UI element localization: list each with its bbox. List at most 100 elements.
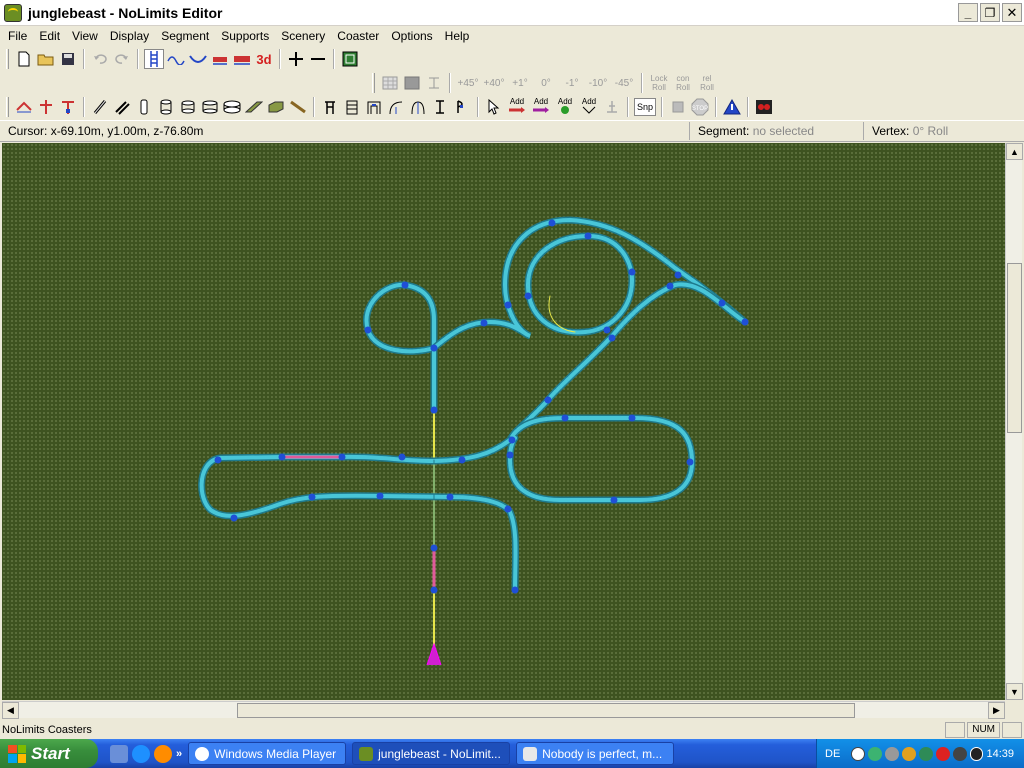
angle-plus1-button[interactable]: +1° [508, 73, 532, 93]
angle-minus1-button[interactable]: -1° [560, 73, 584, 93]
volume-icon[interactable] [952, 746, 967, 761]
curve-view-icon[interactable] [166, 49, 186, 69]
add-purple-button[interactable]: Add [530, 97, 552, 117]
cylinder-medium-icon[interactable] [178, 97, 198, 117]
toolbar-grip[interactable] [6, 97, 9, 117]
menu-scenery[interactable]: Scenery [275, 26, 331, 46]
menu-display[interactable]: Display [104, 26, 155, 46]
con-roll-button[interactable]: con Roll [672, 73, 694, 93]
app-icon[interactable] [4, 3, 22, 22]
toolbar-grip[interactable] [372, 73, 375, 93]
angle-plus40-button[interactable]: +40° [482, 73, 506, 93]
block-icon[interactable] [266, 97, 286, 117]
horizontal-scrollbar[interactable]: ◀ ▶ [2, 701, 1005, 719]
3d-view-icon[interactable]: 3d [254, 49, 274, 69]
redo-icon[interactable] [112, 49, 132, 69]
grid-solid-icon[interactable] [402, 73, 422, 93]
stop-icon[interactable]: STOP [690, 97, 710, 117]
menu-supports[interactable]: Supports [215, 26, 275, 46]
task-nolimits-editor[interactable]: junglebeast - NoLimit... [352, 742, 511, 765]
angle-plus45-button[interactable]: +45° [456, 73, 480, 93]
anchor-icon[interactable] [602, 97, 622, 117]
align-icon[interactable] [424, 73, 444, 93]
beam-icon[interactable] [90, 97, 110, 117]
support-cross-icon[interactable] [36, 97, 56, 117]
grid-small-icon[interactable] [380, 73, 400, 93]
add-tree-button[interactable]: Add [578, 97, 600, 117]
block-brake-icon[interactable] [668, 97, 688, 117]
scroll-right-arrow-icon[interactable]: ▶ [988, 702, 1005, 719]
ati-icon[interactable] [935, 746, 950, 761]
angle-minus10-button[interactable]: -10° [586, 73, 610, 93]
menu-coaster[interactable]: Coaster [331, 26, 385, 46]
menu-options[interactable]: Options [385, 26, 438, 46]
bluetooth-icon[interactable] [969, 746, 984, 761]
rail-icon[interactable] [288, 97, 308, 117]
firefox-icon[interactable] [154, 744, 172, 763]
tray-expand-icon[interactable] [851, 746, 866, 761]
save-disk-icon[interactable] [58, 49, 78, 69]
minimize-button[interactable]: _ [958, 3, 978, 22]
lock-roll-button[interactable]: Lock Roll [648, 73, 670, 93]
start-button[interactable]: Start [0, 739, 98, 768]
cylinder-large-icon[interactable] [200, 97, 220, 117]
scroll-left-arrow-icon[interactable]: ◀ [2, 702, 19, 719]
rel-roll-button[interactable]: rel Roll [696, 73, 718, 93]
menu-view[interactable]: View [66, 26, 104, 46]
vertical-scrollbar[interactable]: ▲ ▼ [1005, 143, 1023, 700]
station-icon[interactable] [320, 97, 340, 117]
horizontal-scroll-thumb[interactable] [237, 703, 855, 718]
double-curve-support-icon[interactable] [408, 97, 428, 117]
bracket-icon[interactable] [452, 97, 472, 117]
task-browser[interactable]: Nobody is perfect, m... [516, 742, 675, 765]
track-view-icon[interactable] [144, 49, 164, 69]
cylinder-wide-icon[interactable] [222, 97, 242, 117]
utility-icon[interactable] [918, 746, 933, 761]
ramp-icon[interactable] [244, 97, 264, 117]
train-icon[interactable] [232, 49, 252, 69]
train-lights-icon[interactable] [754, 97, 774, 117]
dip-view-icon[interactable] [188, 49, 208, 69]
zoom-in-icon[interactable] [286, 49, 306, 69]
pillar-icon[interactable] [134, 97, 154, 117]
task-windows-media-player[interactable]: Windows Media Player [188, 742, 347, 765]
network-icon[interactable] [885, 746, 899, 761]
quick-launch-chevron-icon[interactable]: » [176, 748, 182, 760]
language-indicator[interactable]: DE [825, 748, 840, 760]
show-desktop-icon[interactable] [110, 744, 128, 763]
add-green-button[interactable]: Add [554, 97, 576, 117]
scroll-up-arrow-icon[interactable]: ▲ [1006, 143, 1023, 160]
clock[interactable]: 14:39 [986, 748, 1014, 760]
menu-segment[interactable]: Segment [155, 26, 215, 46]
menu-help[interactable]: Help [439, 26, 476, 46]
menu-file[interactable]: File [2, 26, 33, 46]
warning-triangle-icon[interactable] [722, 97, 742, 117]
title-bar[interactable]: junglebeast - NoLimits Editor _ ❐ ✕ [0, 0, 1024, 26]
curve-support-icon[interactable] [386, 97, 406, 117]
angle-minus45-button[interactable]: -45° [612, 73, 636, 93]
terrain-grid-icon[interactable] [340, 49, 360, 69]
antivirus-icon[interactable] [901, 746, 916, 761]
coaster-car-icon[interactable] [210, 49, 230, 69]
support-red-icon[interactable] [14, 97, 34, 117]
security-shield-icon[interactable] [868, 746, 883, 761]
close-button[interactable]: ✕ [1002, 3, 1022, 22]
internet-explorer-icon[interactable] [132, 744, 150, 763]
i-beam-icon[interactable] [430, 97, 450, 117]
add-red-button[interactable]: Add [506, 97, 528, 117]
new-file-icon[interactable] [14, 49, 34, 69]
open-folder-icon[interactable] [36, 49, 56, 69]
tower-icon[interactable] [342, 97, 362, 117]
maximize-button[interactable]: ❐ [980, 3, 1000, 22]
scroll-down-arrow-icon[interactable]: ▼ [1006, 683, 1023, 700]
toolbar-grip[interactable] [6, 49, 9, 69]
track-layout[interactable] [2, 143, 1005, 700]
undo-icon[interactable] [90, 49, 110, 69]
snap-button[interactable]: Snp [634, 98, 656, 116]
support-t-icon[interactable] [58, 97, 78, 117]
zoom-out-icon[interactable] [308, 49, 328, 69]
cylinder-small-icon[interactable] [156, 97, 176, 117]
pointer-icon[interactable] [484, 97, 504, 117]
vertical-scroll-thumb[interactable] [1007, 263, 1022, 433]
double-beam-icon[interactable] [112, 97, 132, 117]
